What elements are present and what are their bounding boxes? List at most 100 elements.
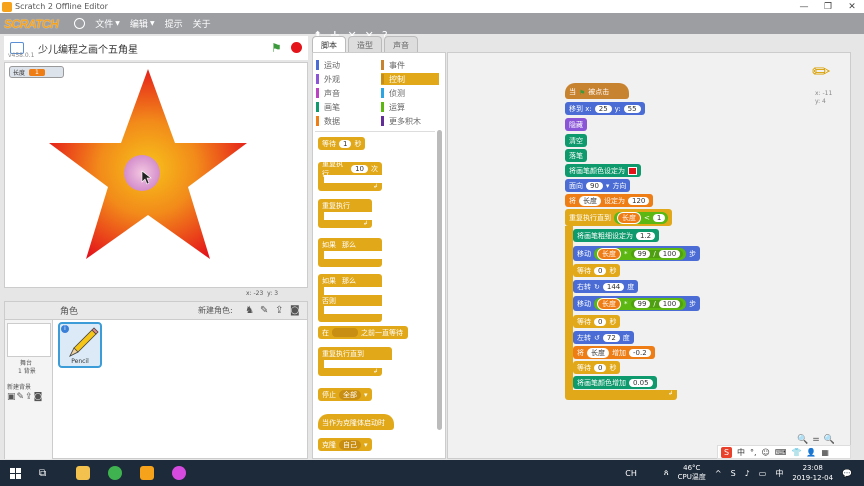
block-input[interactable]: 10 (351, 164, 368, 173)
globe-icon[interactable] (74, 18, 86, 29)
value-input[interactable]: 0 (594, 317, 607, 326)
if-then-block[interactable]: 如果 那么 (318, 238, 382, 267)
category-motion[interactable]: 运动 (316, 59, 376, 71)
value-input[interactable]: 0 (594, 266, 607, 275)
variable-reporter[interactable]: 长度 (617, 211, 641, 224)
y-input[interactable]: 55 (623, 104, 641, 113)
pen-down-block[interactable]: 落笔 (565, 149, 587, 162)
paint-sprite-icon[interactable]: ✎ (260, 305, 268, 316)
scratch-taskbar-icon[interactable] (140, 466, 155, 480)
x-input[interactable]: 25 (594, 104, 612, 113)
wait-block-3[interactable]: 等待 0 秒 (573, 361, 621, 374)
green-flag-icon[interactable]: ⚑ (271, 41, 282, 55)
network-icon[interactable]: ▭ (759, 469, 767, 478)
variable-reporter[interactable]: 长度 (597, 247, 621, 260)
when-flag-clicked-block[interactable]: 当 ⚑ 被点击 (565, 83, 629, 99)
menu-about[interactable]: 关于 (193, 17, 211, 30)
people-icon[interactable]: ጰ (664, 468, 669, 478)
move-steps-block-2[interactable]: 移动 长度 * 99 / 100 步 (573, 296, 701, 311)
clone-start-hat-block[interactable]: 当作为克隆体启动时 (318, 414, 394, 430)
palette-scrollbar[interactable] (437, 130, 442, 430)
notification-icon[interactable]: 💬 (842, 469, 852, 478)
sogou-tray-icon[interactable]: S (731, 469, 736, 478)
divide-operator[interactable]: 99 / 100 (630, 249, 684, 258)
zoom-in-icon[interactable]: 🔍 (824, 435, 835, 445)
volume-icon[interactable]: ♪ (745, 469, 750, 478)
stage[interactable]: 长度 1 (4, 62, 308, 288)
forever-block[interactable]: 重复执行 ↲ (318, 199, 372, 228)
restore-button[interactable]: ❐ (816, 0, 840, 13)
punctuation-icon[interactable]: °, (750, 448, 757, 457)
stage-thumbnail[interactable] (7, 323, 51, 357)
repeat-until-block[interactable]: 重复执行直到 ↲ (318, 347, 392, 376)
clock[interactable]: 23:08 2019-12-04 (792, 463, 833, 483)
if-else-block[interactable]: 如果 那么 否则 (318, 274, 382, 322)
library-sprite-icon[interactable]: ♞ (245, 305, 254, 316)
value-input[interactable]: -0.2 (629, 348, 651, 357)
category-events[interactable]: 事件 (381, 59, 441, 71)
browser-icon[interactable] (108, 466, 123, 480)
wait-block-2[interactable]: 等待 0 秒 (573, 315, 621, 328)
wait-block[interactable]: 等待 1 秒 (318, 137, 366, 150)
windows-start-icon[interactable] (10, 467, 21, 479)
set-variable-block[interactable]: 将 长度 设定为 120 (565, 194, 654, 207)
set-pen-color-block[interactable]: 将画笔颜色设定为 (565, 164, 641, 177)
user-icon[interactable]: 👤 (806, 448, 816, 457)
wait-block-1[interactable]: 等待 0 秒 (573, 264, 621, 277)
clear-block[interactable]: 清空 (565, 134, 587, 147)
turn-right-block[interactable]: 右转 ↻ 144 度 (573, 280, 639, 293)
sprite-tile[interactable]: i Pencil (58, 322, 102, 368)
value-input[interactable]: 100 (658, 299, 681, 308)
repeat-block[interactable]: 重复执行 10 次 ↲ (318, 160, 382, 191)
move-steps-block-1[interactable]: 移动 长度 * 99 / 100 步 (573, 246, 701, 261)
close-button[interactable]: ✕ (840, 0, 864, 13)
project-title[interactable]: 少儿编程之画个五角星 (38, 41, 138, 56)
value-input[interactable]: 1 (652, 213, 666, 222)
upload-backdrop-icon[interactable]: ⇪ (25, 392, 34, 402)
category-more-blocks[interactable]: 更多积木 (381, 115, 441, 127)
category-operators[interactable]: 运算 (381, 101, 441, 113)
skin-icon[interactable]: 👕 (791, 448, 801, 457)
value-input[interactable]: 0.05 (629, 378, 653, 387)
menu-edit[interactable]: 编辑 ▼ (130, 17, 155, 30)
category-looks[interactable]: 外观 (316, 73, 376, 85)
camera-backdrop-icon[interactable]: ◙ (34, 392, 44, 402)
file-explorer-icon[interactable] (76, 466, 91, 480)
change-variable-block[interactable]: 将 长度 增加 -0.2 (573, 346, 655, 359)
menu-tips[interactable]: 提示 (165, 17, 183, 30)
value-input[interactable]: 120 (628, 196, 650, 205)
menu-file[interactable]: 文件 ▼ (95, 17, 120, 30)
multiply-operator[interactable]: 长度 * 99 / 100 (594, 247, 687, 260)
value-input[interactable]: 99 (633, 249, 651, 258)
keyboard-icon[interactable]: ⌨ (775, 448, 787, 457)
app-taskbar-icon[interactable] (172, 466, 187, 480)
cpu-temp[interactable]: 46°C CPU温度 (678, 464, 706, 482)
change-pen-color-block[interactable]: 将画笔颜色增加 0.05 (573, 376, 657, 389)
ime-indicator[interactable]: CH (625, 469, 637, 478)
value-input[interactable]: 100 (658, 249, 681, 258)
emoji-icon[interactable]: ☺ (762, 448, 770, 457)
ime-language[interactable]: 中 (737, 447, 745, 458)
category-data[interactable]: 数据 (316, 115, 376, 127)
category-sensing[interactable]: 侦测 (381, 87, 441, 99)
point-direction-block[interactable]: 面向 90 ▾ 方向 (565, 179, 631, 192)
turn-left-block[interactable]: 左转 ↺ 72 度 (573, 331, 634, 344)
less-than-operator[interactable]: 长度 < 1 (614, 211, 669, 224)
toolbox-icon[interactable]: ▦ (821, 448, 829, 457)
hide-block[interactable]: 隐藏 (565, 118, 587, 131)
category-pen[interactable]: 画笔 (316, 101, 376, 113)
upload-sprite-icon[interactable]: ⇪ (275, 305, 283, 316)
stop-block[interactable]: 停止 全部 ▾ (318, 388, 372, 401)
stop-dropdown[interactable]: 全部 (339, 389, 361, 400)
multiply-operator[interactable]: 长度 * 99 / 100 (594, 297, 687, 310)
set-pen-size-block[interactable]: 将画笔粗细设定为 1.2 (573, 229, 660, 242)
task-view-icon[interactable]: ⧉ (39, 468, 46, 479)
value-input[interactable]: 72 (602, 333, 620, 342)
sogou-logo-icon[interactable]: S (721, 446, 732, 458)
wait-until-block[interactable]: 在 之前一直等待 (318, 326, 408, 339)
color-swatch[interactable] (628, 166, 637, 175)
category-sound[interactable]: 声音 (316, 87, 376, 99)
value-input[interactable]: 0 (594, 363, 607, 372)
clone-block[interactable]: 克隆 自己 ▾ (318, 438, 372, 451)
variable-dropdown[interactable]: 长度 (587, 347, 609, 358)
